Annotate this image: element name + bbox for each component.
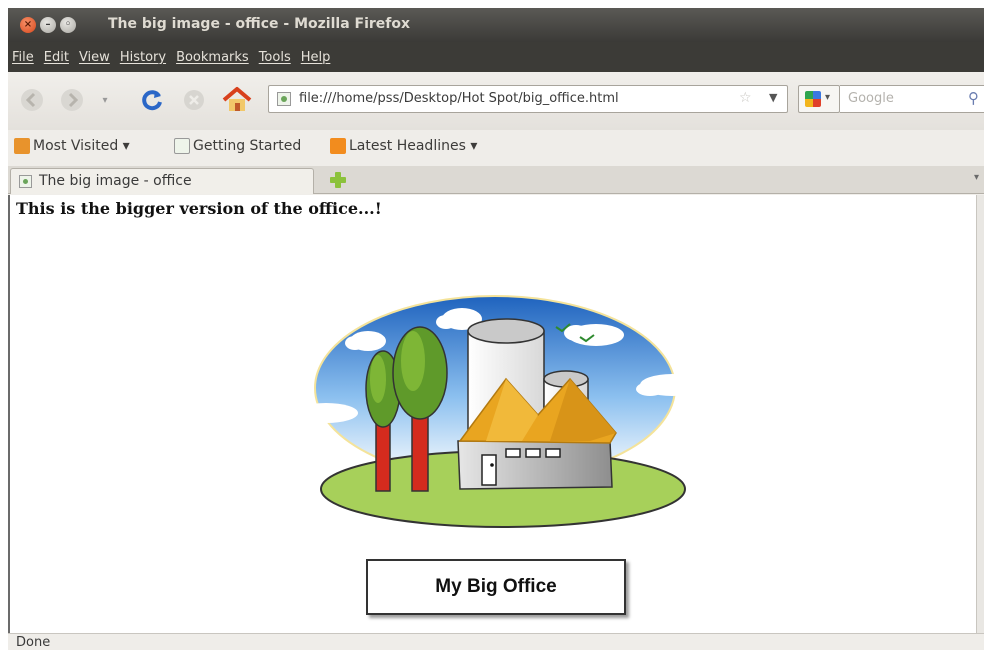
chevron-down-icon: ▾	[825, 92, 831, 103]
tab-bar: The big image - office ▾	[8, 166, 984, 194]
search-placeholder: Google	[848, 91, 894, 106]
browser-window: × – ◦ The big image - office - Mozilla F…	[8, 8, 984, 650]
search-engine-selector[interactable]: ▾	[798, 85, 840, 113]
maximize-window-button[interactable]: ◦	[60, 17, 76, 33]
home-button[interactable]	[222, 86, 252, 114]
tab-big-image-office[interactable]: The big image - office	[10, 168, 314, 194]
chevron-down-icon: ▾	[102, 94, 108, 106]
url-text: file:///home/pss/Desktop/Hot Spot/big_of…	[299, 91, 619, 106]
status-text: Done	[16, 635, 51, 650]
stop-icon	[184, 90, 204, 110]
window-title: The big image - office - Mozilla Firefox	[108, 16, 411, 32]
url-dropdown-icon[interactable]: ▼	[769, 91, 777, 104]
menu-bar: File Edit View History Bookmarks Tools H…	[8, 42, 984, 72]
menu-tools[interactable]: Tools	[259, 50, 291, 65]
menu-bookmarks[interactable]: Bookmarks	[176, 50, 249, 65]
status-bar: Done	[8, 633, 984, 650]
back-button[interactable]	[18, 86, 46, 114]
menu-help[interactable]: Help	[301, 50, 331, 65]
bookmark-getting-started[interactable]: Getting Started	[174, 138, 301, 154]
page-favicon-icon	[19, 175, 32, 188]
menu-file[interactable]: File	[12, 50, 34, 65]
bookmarks-toolbar: Most Visited ▾ Getting Started Latest He…	[8, 130, 984, 166]
back-icon	[21, 89, 43, 111]
close-window-button[interactable]: ×	[20, 17, 36, 33]
menu-edit[interactable]: Edit	[44, 50, 69, 65]
vertical-scrollbar[interactable]	[976, 195, 984, 633]
page-content: This is the bigger version of the office…	[8, 195, 976, 633]
office-caption-box: My Big Office	[366, 559, 626, 615]
reload-icon	[142, 90, 162, 111]
reload-button[interactable]	[138, 86, 166, 114]
bookmark-star-icon[interactable]: ☆	[739, 90, 752, 106]
bookmark-most-visited[interactable]: Most Visited ▾	[14, 138, 130, 154]
minimize-window-button[interactable]: –	[40, 17, 56, 33]
title-bar: × – ◦ The big image - office - Mozilla F…	[8, 8, 984, 42]
forward-button[interactable]	[58, 86, 86, 114]
home-icon	[222, 87, 252, 111]
tab-list-icon[interactable]: ▾	[974, 172, 979, 183]
search-engine-icon	[805, 91, 821, 107]
search-input[interactable]: Google ⚲	[840, 85, 984, 113]
url-bar[interactable]: file:///home/pss/Desktop/Hot Spot/big_of…	[268, 85, 788, 113]
folder-icon	[14, 138, 30, 154]
search-icon[interactable]: ⚲	[968, 89, 979, 107]
bookmark-latest-headlines-label: Latest Headlines ▾	[349, 138, 478, 154]
bookmark-most-visited-label: Most Visited ▾	[33, 138, 130, 154]
menu-view[interactable]: View	[79, 50, 110, 65]
bookmark-getting-started-label: Getting Started	[193, 138, 302, 154]
stop-button[interactable]	[180, 86, 208, 114]
page-heading: This is the bigger version of the office…	[16, 199, 382, 218]
rss-icon	[330, 138, 346, 154]
office-illustration[interactable]	[280, 293, 710, 543]
bookmark-latest-headlines[interactable]: Latest Headlines ▾	[330, 138, 477, 154]
tab-label: The big image - office	[39, 173, 192, 189]
page-favicon-icon	[277, 92, 291, 106]
navigation-toolbar: ▾ file:///home/pss/Desktop/Hot Spot/big_…	[8, 72, 984, 130]
menu-history[interactable]: History	[120, 50, 166, 65]
forward-icon	[61, 89, 83, 111]
history-dropdown[interactable]: ▾	[98, 86, 112, 114]
new-tab-button[interactable]	[328, 170, 348, 190]
page-icon	[174, 138, 190, 154]
